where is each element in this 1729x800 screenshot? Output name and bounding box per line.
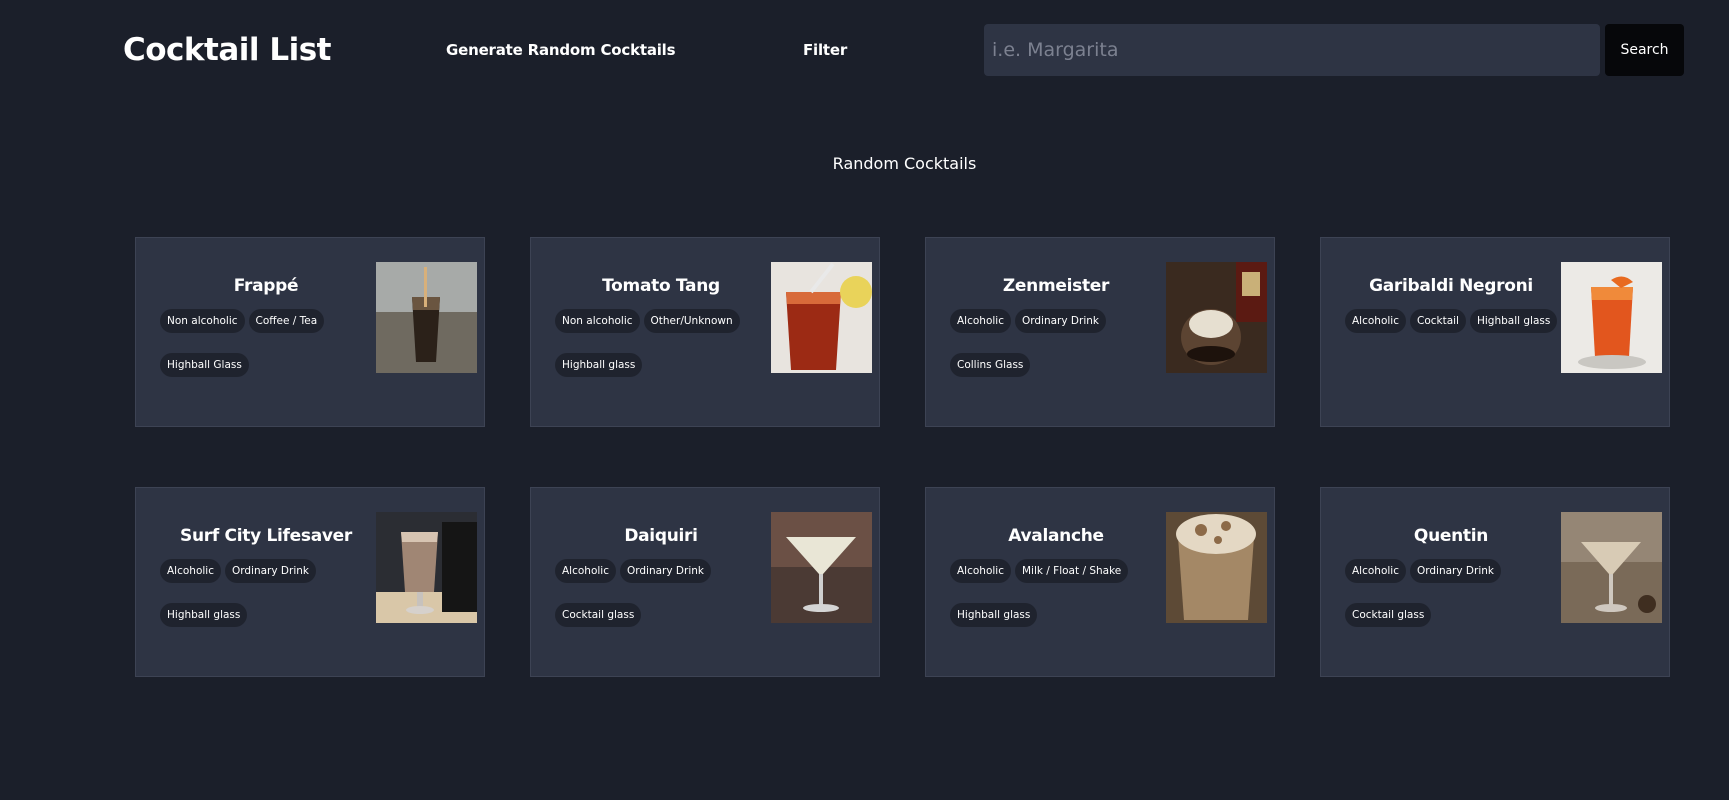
cocktail-name: Avalanche [1008,526,1104,546]
cocktail-card[interactable]: Frappé Non alcoholic Coffee / Tea Highba… [135,237,485,427]
category-tag: Milk / Float / Shake [1014,559,1129,583]
tag-list: Non alcoholic Coffee / Tea Highball Glas… [160,309,386,377]
glass-tag: Cocktail glass [555,603,642,627]
glass-tag: Highball Glass [160,353,249,377]
alcohol-tag: Alcoholic [555,559,616,583]
glass-tag: Highball glass [555,353,643,377]
alcohol-tag: Alcoholic [1345,559,1406,583]
glass-tag: Highball glass [950,603,1038,627]
tag-list: Alcoholic Ordinary Drink Collins Glass [950,309,1176,377]
cocktail-name: Surf City Lifesaver [180,526,352,546]
alcohol-tag: Non alcoholic [555,309,640,333]
tag-list: Alcoholic Ordinary Drink Cocktail glass [1345,559,1571,627]
tag-list: Non alcoholic Other/Unknown Highball gla… [555,309,781,377]
section-title: Random Cocktails [832,154,977,173]
cocktail-name: Tomato Tang [602,276,720,296]
nav-generate-random[interactable]: Generate Random Cocktails [446,38,676,62]
glass-tag: Collins Glass [950,353,1031,377]
glass-tag: Cocktail glass [1345,603,1432,627]
frappe-photo [376,262,477,373]
category-tag: Ordinary Drink [1409,559,1501,583]
cocktail-card[interactable]: Tomato Tang Non alcoholic Other/Unknown … [530,237,880,427]
search-button[interactable]: Search [1605,24,1684,76]
alcohol-tag: Alcoholic [950,309,1011,333]
navbar: Cocktail List Generate Random Cocktails … [0,0,1729,100]
tag-list: Alcoholic Ordinary Drink Highball glass [160,559,386,627]
category-tag: Ordinary Drink [224,559,316,583]
avalanche-photo [1166,512,1267,623]
alcohol-tag: Alcoholic [160,559,221,583]
brand-title[interactable]: Cocktail List [123,30,331,70]
category-tag: Ordinary Drink [619,559,711,583]
tag-list: Alcoholic Milk / Float / Shake Highball … [950,559,1176,627]
category-tag: Cocktail [1409,309,1466,333]
alcohol-tag: Alcoholic [1345,309,1406,333]
search-input[interactable] [984,24,1600,76]
cocktail-card[interactable]: Daiquiri Alcoholic Ordinary Drink Cockta… [530,487,880,677]
cocktail-name: Daiquiri [624,526,698,546]
quentin-photo [1561,512,1662,623]
cocktail-card[interactable]: Surf City Lifesaver Alcoholic Ordinary D… [135,487,485,677]
cocktail-name: Zenmeister [1002,276,1110,296]
cocktail-card[interactable]: Zenmeister Alcoholic Ordinary Drink Coll… [925,237,1275,427]
cocktail-name: Quentin [1413,526,1489,546]
page: Cocktail List Generate Random Cocktails … [0,0,1729,800]
category-tag: Coffee / Tea [248,309,325,333]
daiquiri-photo [771,512,872,623]
cocktail-name: Frappé [233,276,299,296]
cocktail-card[interactable]: Avalanche Alcoholic Milk / Float / Shake… [925,487,1275,677]
zenmeister-photo [1166,262,1267,373]
tag-list: Alcoholic Cocktail Highball glass [1345,309,1571,333]
nav-filter[interactable]: Filter [803,38,847,62]
glass-tag: Highball glass [1469,309,1558,333]
surf-city-lifesaver-photo [376,512,477,623]
garibaldi-negroni-photo [1561,262,1662,373]
glass-tag: Highball glass [160,603,248,627]
alcohol-tag: Non alcoholic [160,309,245,333]
cocktail-card[interactable]: Quentin Alcoholic Ordinary Drink Cocktai… [1320,487,1670,677]
tomato-tang-photo [771,262,872,373]
alcohol-tag: Alcoholic [950,559,1011,583]
category-tag: Ordinary Drink [1014,309,1106,333]
category-tag: Other/Unknown [643,309,740,333]
tag-list: Alcoholic Ordinary Drink Cocktail glass [555,559,781,627]
cocktail-card[interactable]: Garibaldi Negroni Alcoholic Cocktail Hig… [1320,237,1670,427]
cocktail-name: Garibaldi Negroni [1369,276,1533,296]
